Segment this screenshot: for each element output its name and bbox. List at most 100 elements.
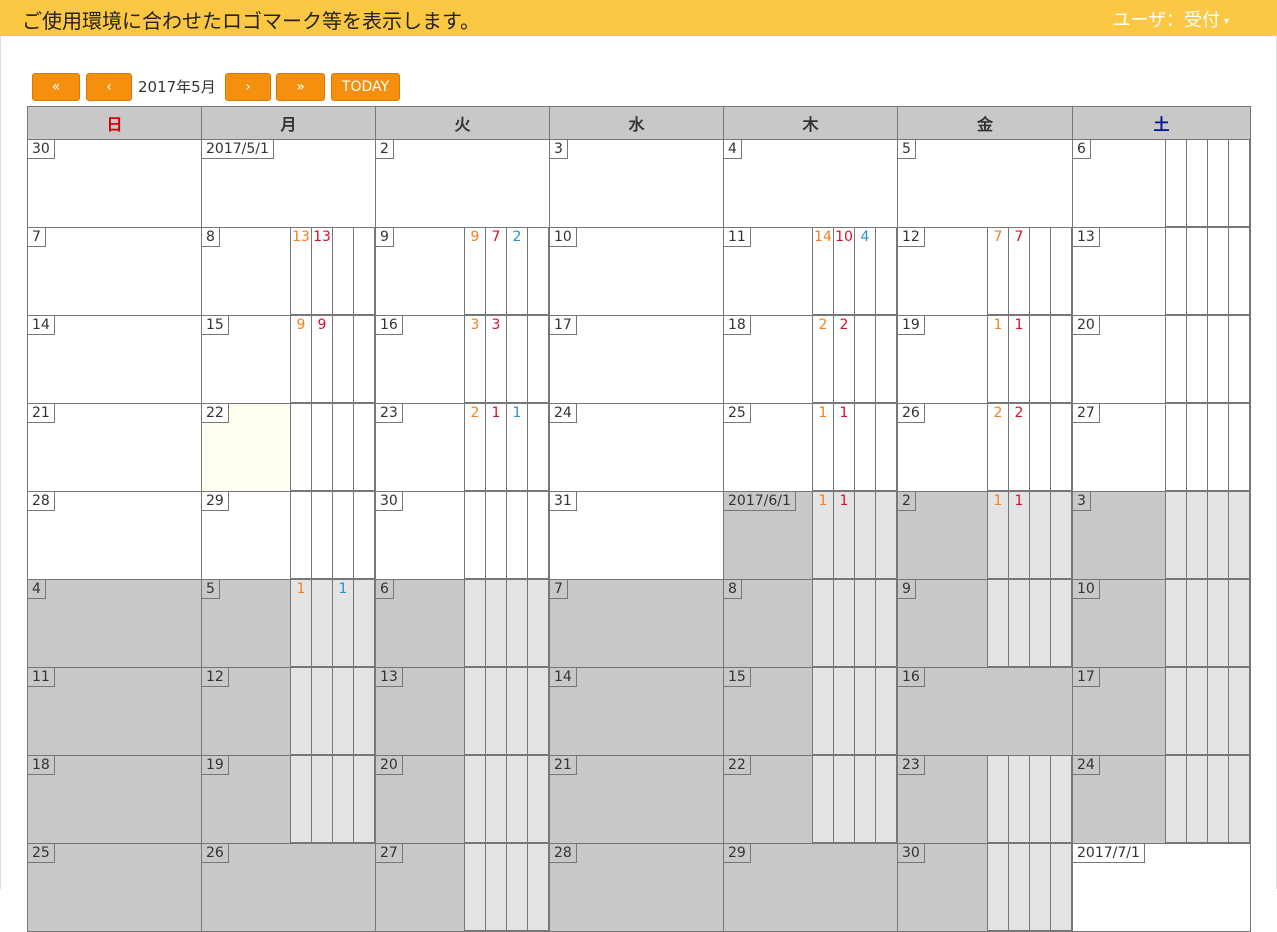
- day-cell[interactable]: 2017/7/1: [1072, 843, 1251, 932]
- day-number[interactable]: 21: [550, 756, 577, 775]
- prev-button[interactable]: ‹: [86, 73, 132, 101]
- day-cell[interactable]: 27 1055: [1072, 403, 1251, 492]
- day-number[interactable]: 28: [550, 844, 577, 863]
- day-cell[interactable]: 2: [375, 139, 550, 228]
- day-number[interactable]: 20: [1073, 316, 1100, 335]
- day-cell[interactable]: 18: [27, 755, 202, 844]
- day-number[interactable]: 25: [28, 844, 55, 863]
- last-button[interactable]: »: [276, 73, 325, 101]
- day-number[interactable]: 21: [28, 404, 55, 423]
- day-number[interactable]: 9: [376, 228, 394, 247]
- day-cell[interactable]: 16 145933: [375, 315, 550, 404]
- day-number[interactable]: 8: [724, 580, 742, 599]
- day-cell[interactable]: 14: [27, 315, 202, 404]
- day-cell[interactable]: 1911: [201, 755, 376, 844]
- day-number[interactable]: 24: [1073, 756, 1100, 775]
- day-number[interactable]: 19: [202, 756, 229, 775]
- day-number[interactable]: 31: [550, 492, 577, 511]
- day-cell[interactable]: 18 145922: [723, 315, 898, 404]
- day-cell[interactable]: 9 431: [897, 579, 1073, 668]
- day-cell[interactable]: 21: [27, 403, 202, 492]
- day-number[interactable]: 8: [202, 228, 220, 247]
- day-number[interactable]: 13: [1073, 228, 1100, 247]
- day-number[interactable]: 4: [724, 140, 742, 159]
- day-number[interactable]: 12: [202, 668, 229, 687]
- day-cell[interactable]: 21: [549, 755, 724, 844]
- day-cell[interactable]: 5 32111: [201, 579, 376, 668]
- day-cell[interactable]: 19 1961311: [897, 315, 1073, 404]
- day-number[interactable]: 2: [376, 140, 394, 159]
- day-cell[interactable]: 2017/6/1 1 1: [723, 491, 898, 580]
- day-cell[interactable]: 29: [723, 843, 898, 932]
- day-cell[interactable]: 17 312: [1072, 667, 1251, 756]
- day-cell[interactable]: 6 221210: [1072, 139, 1251, 228]
- day-cell[interactable]: 26 94522: [897, 403, 1073, 492]
- day-number[interactable]: 23: [376, 404, 403, 423]
- day-cell[interactable]: 22 11: [723, 755, 898, 844]
- day-number[interactable]: 10: [1073, 580, 1100, 599]
- day-number[interactable]: 27: [376, 844, 403, 863]
- day-cell[interactable]: 8 13491313: [201, 227, 376, 316]
- day-number[interactable]: 26: [202, 844, 229, 863]
- day-number[interactable]: 29: [724, 844, 751, 863]
- day-number[interactable]: 2017/7/1: [1073, 844, 1145, 863]
- day-cell[interactable]: 2 21111: [897, 491, 1073, 580]
- day-cell[interactable]: 5: [897, 139, 1073, 228]
- day-number[interactable]: 30: [376, 492, 403, 511]
- day-number[interactable]: 16: [898, 668, 925, 687]
- day-cell[interactable]: 7: [549, 579, 724, 668]
- day-cell[interactable]: 10: [549, 227, 724, 316]
- day-number[interactable]: 3: [550, 140, 568, 159]
- day-number[interactable]: 27: [1073, 404, 1100, 423]
- day-number[interactable]: 30: [28, 140, 55, 159]
- day-cell[interactable]: 916610972: [375, 227, 550, 316]
- day-cell[interactable]: 4: [27, 579, 202, 668]
- day-number[interactable]: 29: [202, 492, 229, 511]
- day-number[interactable]: 14: [550, 668, 577, 687]
- day-number[interactable]: 7: [550, 580, 568, 599]
- day-cell[interactable]: 28: [549, 843, 724, 932]
- day-cell[interactable]: 13 431: [375, 667, 550, 756]
- day-number[interactable]: 22: [724, 756, 751, 775]
- first-button[interactable]: «: [32, 73, 80, 101]
- day-number[interactable]: 17: [550, 316, 577, 335]
- day-cell[interactable]: 7: [27, 227, 202, 316]
- day-cell[interactable]: 8 321: [723, 579, 898, 668]
- day-cell[interactable]: 17: [549, 315, 724, 404]
- day-number[interactable]: 13: [376, 668, 403, 687]
- day-cell[interactable]: 15 211: [723, 667, 898, 756]
- day-number[interactable]: 4: [28, 580, 46, 599]
- day-cell[interactable]: 11 1661014104: [723, 227, 898, 316]
- day-number[interactable]: 24: [550, 404, 577, 423]
- day-cell[interactable]: 29 312: [201, 491, 376, 580]
- day-cell[interactable]: 31: [549, 491, 724, 580]
- day-number[interactable]: 11: [28, 668, 55, 687]
- day-cell[interactable]: 27: [375, 843, 550, 932]
- day-cell[interactable]: 4: [723, 139, 898, 228]
- day-number[interactable]: 18: [724, 316, 751, 335]
- day-cell[interactable]: 30 33: [375, 491, 550, 580]
- day-cell[interactable]: 11: [27, 667, 202, 756]
- day-cell[interactable]: 12 22: [201, 667, 376, 756]
- day-number[interactable]: 18: [28, 756, 55, 775]
- day-number[interactable]: 23: [898, 756, 925, 775]
- day-number[interactable]: 6: [376, 580, 394, 599]
- day-cell[interactable]: 13 21912: [1072, 227, 1251, 316]
- day-number[interactable]: 25: [724, 404, 751, 423]
- day-cell[interactable]: 3: [549, 139, 724, 228]
- day-cell[interactable]: 22 725: [201, 403, 376, 492]
- day-number[interactable]: 2: [898, 492, 916, 511]
- day-cell[interactable]: 23 22: [897, 755, 1073, 844]
- day-number[interactable]: 28: [28, 492, 55, 511]
- today-button[interactable]: TODAY: [331, 73, 400, 101]
- day-cell[interactable]: 15 1971299: [201, 315, 376, 404]
- day-cell[interactable]: 28: [27, 491, 202, 580]
- day-number[interactable]: 5: [898, 140, 916, 159]
- day-cell[interactable]: 24 11: [1072, 755, 1251, 844]
- day-number[interactable]: 30: [898, 844, 925, 863]
- day-number[interactable]: 7: [28, 228, 46, 247]
- day-cell[interactable]: 12 2191277: [897, 227, 1073, 316]
- day-number[interactable]: 5: [202, 580, 220, 599]
- day-number[interactable]: 26: [898, 404, 925, 423]
- day-number[interactable]: 9: [898, 580, 916, 599]
